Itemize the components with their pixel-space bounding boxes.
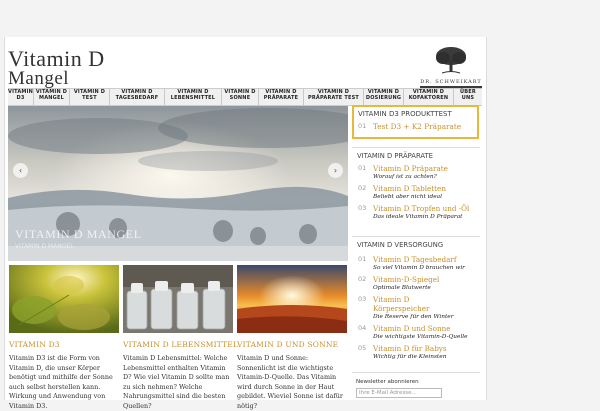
slider-prev-button[interactable]: ‹: [13, 163, 28, 178]
card-title[interactable]: VITAMIN D LEBENSMITTEL: [123, 340, 238, 349]
item-title[interactable]: Vitamin D Präparate: [373, 164, 448, 173]
sidebar-item-tabletten[interactable]: 02 Vitamin D Tabletten Beliebt aber nicht…: [358, 184, 478, 201]
item-title[interactable]: Vitamin D und Sonne: [373, 324, 468, 333]
nav-item-ueber-uns[interactable]: ÜBER UNS: [454, 89, 482, 105]
card-vitamin-d-lebensmittel[interactable]: VITAMIN D LEBENSMITTEL Vitamin D Lebensm…: [123, 265, 238, 411]
nav-item-vitamin-d-test[interactable]: VITAMIN D TEST: [70, 89, 110, 105]
item-subtitle: Das ideale Vitamin D Präparat: [373, 214, 463, 220]
nav-item-kofaktoren[interactable]: VITAMIN D KOFAKTOREN: [404, 89, 454, 105]
card-title[interactable]: VITAMIN D UND SONNE: [237, 340, 347, 349]
card-text: Vitamin D und Sonne: Sonnenlicht ist die…: [237, 354, 343, 410]
item-number: 02: [358, 275, 367, 283]
item-number: 01: [358, 255, 367, 263]
main-navigation: VITAMIN D3 VITAMIN D MANGEL VITAMIN D TE…: [8, 88, 482, 106]
dr-schweikart-logo[interactable]: DR. SCHWEIKART: [420, 46, 482, 90]
logo-text: DR. SCHWEIKART: [420, 79, 482, 85]
card-text: Vitamin D3 ist die Form von Vitamin D, d…: [9, 354, 113, 410]
hero-subcaption: VITAMIN D MANGEL: [15, 243, 74, 250]
card-vitamin-d-und-sonne[interactable]: VITAMIN D UND SONNE Vitamin D und Sonne:…: [237, 265, 347, 411]
hero-caption: VITAMIN D MANGEL: [15, 227, 142, 241]
item-subtitle: Wichtig für die Kleinsten: [373, 354, 447, 360]
item-number: 01: [358, 122, 367, 130]
item-number: 04: [358, 324, 367, 332]
sidebar-item-tagesbedarf[interactable]: 01 Vitamin D Tagesbedarf So viel Vitamin …: [358, 255, 478, 272]
card-vitamin-d3[interactable]: VITAMIN D3 Vitamin D3 ist die Form von V…: [9, 265, 119, 411]
nav-item-tagesbedarf[interactable]: VITAMIN D TAGESBEDARF: [110, 89, 165, 105]
newsletter-heading: Newsletter abonnieren: [356, 379, 419, 385]
brand-line-2: Mangel: [8, 68, 70, 89]
card-image-sunset-field[interactable]: [237, 265, 347, 333]
item-title[interactable]: Vitamin-D-Spiegel: [373, 275, 439, 284]
nav-item-praeparate[interactable]: VITAMIN D PRÄPARATE: [259, 89, 304, 105]
divider: [352, 147, 480, 148]
item-title[interactable]: Vitamin D für Babys: [373, 344, 447, 353]
produkttest-heading: VITAMIN D3 PRODUKTTEST: [358, 110, 452, 118]
card-title[interactable]: VITAMIN D3: [9, 340, 119, 349]
sidebar-item-tropfen[interactable]: 03 Vitamin D Tropfen und -Öl Das ideale V…: [358, 204, 478, 221]
produkttest-item[interactable]: 01 Test D3 + K2 Präparate: [354, 122, 477, 131]
praeparate-heading: VITAMIN D PRÄPARATE: [357, 152, 433, 160]
slider-next-button[interactable]: ›: [328, 163, 343, 178]
site-logo-text[interactable]: Vitamin D Mangel: [8, 46, 105, 89]
nav-item-sonne[interactable]: VITAMIN D SONNE: [222, 89, 259, 105]
produkttest-link[interactable]: Test D3 + K2 Präparate: [373, 122, 461, 131]
item-title[interactable]: Vitamin D Tropfen und -Öl: [373, 204, 473, 213]
card-text: Vitamin D Lebensmittel: Welche Lebensmit…: [123, 354, 230, 410]
item-number: 03: [358, 204, 367, 212]
nav-item-dosierung[interactable]: VITAMIN D DOSIERUNG: [364, 89, 404, 105]
versorgung-heading: VITAMIN D VERSORGUNG: [357, 241, 444, 249]
item-subtitle: Worauf ist zu achten?: [373, 174, 437, 180]
item-title[interactable]: Vitamin D Tabletten: [373, 184, 446, 193]
newsletter-email-input[interactable]: Ihre E-Mail Adresse...: [356, 388, 442, 398]
nav-item-vitamin-d3[interactable]: VITAMIN D3: [8, 89, 34, 105]
brand-line-1: Vitamin D: [8, 46, 105, 71]
item-title[interactable]: Vitamin D Körperspeicher: [373, 295, 453, 313]
sidebar-item-babys[interactable]: 05 Vitamin D für Babys Wichtig für die Kl…: [358, 344, 478, 361]
card-image-leaves[interactable]: [9, 265, 119, 333]
sidebar-item-praeparate[interactable]: 01 Vitamin D Präparate Worauf ist zu acht…: [358, 164, 478, 181]
nav-item-lebensmittel[interactable]: VITAMIN D LEBENSMITTEL: [165, 89, 222, 105]
item-subtitle: Optimale Blutwerte: [373, 285, 431, 291]
item-number: 01: [358, 164, 367, 172]
divider: [352, 236, 480, 237]
item-number: 03: [358, 295, 367, 303]
nav-item-praeparate-test[interactable]: VITAMIN D PRÄPARATE TEST: [304, 89, 364, 105]
divider: [352, 372, 480, 373]
item-title[interactable]: Vitamin D Tagesbedarf: [373, 255, 465, 264]
item-number: 02: [358, 184, 367, 192]
item-subtitle: Die Reserve für den Winter: [373, 314, 454, 320]
tree-icon: [436, 47, 466, 74]
item-subtitle: So viel Vitamin D brauchen wir: [373, 265, 465, 271]
item-number: 05: [358, 344, 367, 352]
nav-item-vitamin-d-mangel[interactable]: VITAMIN D MANGEL: [34, 89, 70, 105]
item-subtitle: Beliebt aber nicht ideal: [373, 194, 442, 200]
sidebar-item-sonne[interactable]: 04 Vitamin D und Sonne Die wichtigste Vit…: [358, 324, 478, 341]
sidebar-item-koerperspeicher[interactable]: 03 Vitamin D Körperspeicher Die Reserve f…: [358, 295, 478, 321]
produkttest-box: VITAMIN D3 PRODUKTTEST 01 Test D3 + K2 P…: [352, 105, 479, 139]
hero-slider[interactable]: ‹ › VITAMIN D MANGEL VITAMIN D MANGEL: [8, 106, 348, 261]
item-subtitle: Die wichtigste Vitamin-D-Quelle: [373, 334, 468, 340]
card-image-milk-cans[interactable]: [123, 265, 233, 333]
sidebar-item-spiegel[interactable]: 02 Vitamin-D-Spiegel Optimale Blutwerte: [358, 275, 478, 292]
